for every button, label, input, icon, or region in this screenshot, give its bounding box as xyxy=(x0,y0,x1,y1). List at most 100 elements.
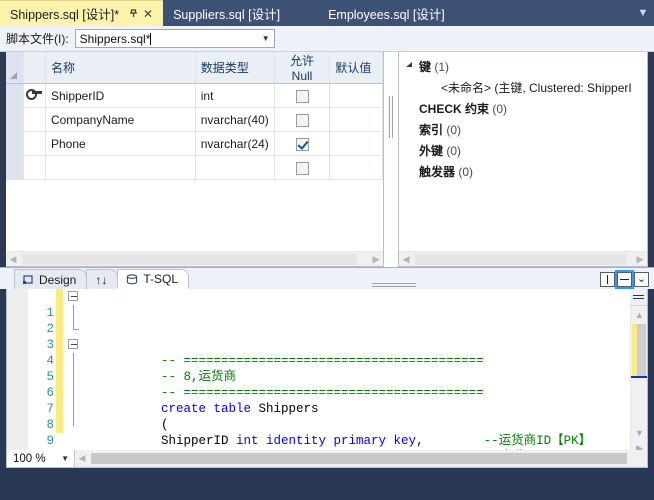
fold-collapse-icon[interactable] xyxy=(68,339,78,349)
tree-node-check-constraints[interactable]: CHECK 约束 (0) xyxy=(399,98,647,119)
scroll-track[interactable] xyxy=(89,453,647,464)
tab-design[interactable]: Design xyxy=(14,269,88,289)
sort-updown-icon[interactable]: ↑↓ xyxy=(95,273,107,287)
row-selector[interactable] xyxy=(6,131,24,156)
grid-horizontal-scrollbar[interactable]: ◀ ▶ xyxy=(6,251,383,266)
pane-splitter[interactable] xyxy=(384,52,398,267)
tree-horizontal-scrollbar[interactable]: ◀ ▶ xyxy=(399,251,647,266)
tree-node-foreign-keys[interactable]: 外键 (0) xyxy=(399,140,647,161)
code-line[interactable]: 4 create table Shippers xyxy=(7,337,630,416)
zoom-level-combobox[interactable]: 100 % ▼ xyxy=(7,450,75,467)
cell-allow-null[interactable] xyxy=(274,155,331,180)
fold-collapse-icon[interactable] xyxy=(68,291,78,301)
allow-null-checkbox[interactable] xyxy=(295,113,309,127)
table-row[interactable]: CompanyName nvarchar(40) xyxy=(6,107,383,132)
change-bar xyxy=(56,401,63,417)
scroll-up-arrow-icon[interactable]: ▲ xyxy=(631,307,647,322)
tab-overflow-chevron-down-icon[interactable]: ▼ xyxy=(632,0,654,26)
cell-allow-null[interactable] xyxy=(274,107,331,132)
editor-vertical-scrollbar[interactable]: ▲ ▼ ▶ xyxy=(630,289,647,456)
grid-header-name[interactable]: 名称 xyxy=(45,52,196,84)
code-line[interactable]: 2 -- 8,运货商 xyxy=(7,305,630,384)
cell-allow-null[interactable] xyxy=(274,131,331,156)
scroll-down-arrow-icon[interactable]: ▼ xyxy=(631,425,647,440)
split-vertical-button[interactable] xyxy=(600,272,615,287)
scroll-right-arrow-icon[interactable]: ▶ xyxy=(369,254,383,265)
grid-header-datatype[interactable]: 数据类型 xyxy=(195,52,275,84)
expander-triangle-icon[interactable] xyxy=(405,61,419,72)
cell-column-name[interactable]: ShipperID xyxy=(45,83,196,108)
code-line[interactable]: 7 CompanyName nvarchar(40) not null, --公… xyxy=(7,385,630,456)
scroll-left-arrow-icon[interactable]: ◀ xyxy=(6,254,20,265)
tab-tsql-label: T-SQL xyxy=(143,272,179,286)
scroll-track[interactable] xyxy=(20,253,369,265)
drag-handle[interactable] xyxy=(372,281,417,289)
allow-null-checkbox[interactable] xyxy=(295,89,309,103)
tsql-code-editor[interactable]: 1 -- ===================================… xyxy=(6,289,648,457)
fold-column[interactable] xyxy=(67,289,81,305)
collapse-pane-button[interactable]: ⌄ xyxy=(634,272,649,287)
tab-row-drag-area xyxy=(188,281,600,289)
document-tab-employees[interactable]: Employees.sql [设计] xyxy=(294,0,459,26)
fold-guide-line xyxy=(73,353,74,369)
scroll-left-arrow-icon[interactable]: ◀ xyxy=(399,254,413,265)
cell-column-name[interactable]: CompanyName xyxy=(45,107,196,132)
scroll-track[interactable] xyxy=(413,253,633,265)
script-file-combobox[interactable]: Shippers.sql* ▼ xyxy=(74,29,275,48)
chevron-down-icon[interactable]: ▼ xyxy=(61,454,69,463)
table-row[interactable] xyxy=(6,155,383,180)
row-selector[interactable] xyxy=(6,83,24,108)
scroll-thumb[interactable] xyxy=(22,253,358,265)
cell-allow-null[interactable] xyxy=(274,83,331,108)
table-row[interactable]: ShipperID int xyxy=(6,83,383,108)
scroll-right-arrow-icon[interactable]: ▶ xyxy=(633,254,647,265)
editor-split-button[interactable] xyxy=(630,289,647,306)
document-tab-suppliers-label: Suppliers.sql [设计] xyxy=(173,7,281,22)
code-line[interactable]: 8 Phone nvarchar(24) --电话 xyxy=(7,401,630,432)
cell-data-type[interactable]: nvarchar(24) xyxy=(195,131,275,156)
tab-tsql[interactable]: T-SQL xyxy=(117,269,190,289)
close-icon[interactable]: ✕ xyxy=(141,7,155,21)
tab-sort-toggle[interactable]: ↑↓ xyxy=(86,269,119,289)
table-row[interactable]: Phone nvarchar(24) xyxy=(6,131,383,156)
grid-header-default[interactable]: 默认值 xyxy=(329,52,383,84)
tree-node-indexes[interactable]: 索引 (0) xyxy=(399,119,647,140)
grid-corner-select-all[interactable] xyxy=(6,52,24,84)
splitter-grip[interactable] xyxy=(389,96,393,138)
editor-horizontal-scrollbar[interactable]: ◀ xyxy=(75,450,647,467)
code-line[interactable]: 6 ShipperID int identity primary key, --… xyxy=(7,369,630,448)
code-line[interactable]: 5 ( xyxy=(7,353,630,432)
allow-null-checkbox[interactable] xyxy=(295,137,309,151)
tree-node-triggers[interactable]: 触发器 (0) xyxy=(399,161,647,182)
scroll-thumb[interactable] xyxy=(415,253,627,265)
cell-default-value[interactable] xyxy=(329,131,383,156)
code-line[interactable]: 9 ) xyxy=(7,417,630,448)
cell-column-name[interactable] xyxy=(45,155,196,180)
chevron-down-icon[interactable]: ▼ xyxy=(262,30,270,47)
document-tab-shippers[interactable]: Shippers.sql [设计]* ✕ xyxy=(0,0,164,26)
row-selector[interactable] xyxy=(6,107,24,132)
code-text-area[interactable]: 1 -- ===================================… xyxy=(7,289,630,456)
cell-data-type[interactable]: int xyxy=(195,83,275,108)
document-tab-suppliers[interactable]: Suppliers.sql [设计] xyxy=(163,0,294,26)
tree-node-primary-key[interactable]: <未命名> (主键, Clustered: ShipperI xyxy=(399,77,647,98)
grid-header-allownull[interactable]: 允许 Null xyxy=(274,52,331,84)
fold-column[interactable] xyxy=(67,337,81,353)
row-selector[interactable] xyxy=(6,155,24,180)
scroll-track[interactable] xyxy=(631,322,647,425)
cell-column-name[interactable]: Phone xyxy=(45,131,196,156)
scroll-thumb[interactable] xyxy=(91,453,627,464)
cell-default-value[interactable] xyxy=(329,107,383,132)
tree-node-keys[interactable]: 键 (1) xyxy=(399,56,647,77)
cell-default-value[interactable] xyxy=(329,83,383,108)
cell-data-type[interactable]: nvarchar(40) xyxy=(195,107,275,132)
code-line[interactable]: 3 -- ===================================… xyxy=(7,321,630,400)
code-line[interactable]: 1 -- ===================================… xyxy=(7,289,630,368)
split-horizontal-button[interactable] xyxy=(615,270,634,289)
fold-guide-line xyxy=(73,417,74,426)
cell-default-value[interactable] xyxy=(329,155,383,180)
allow-null-checkbox[interactable] xyxy=(295,161,309,175)
cell-data-type[interactable] xyxy=(195,155,275,180)
pin-icon[interactable] xyxy=(126,7,140,21)
scroll-left-arrow-icon[interactable]: ◀ xyxy=(75,453,89,464)
